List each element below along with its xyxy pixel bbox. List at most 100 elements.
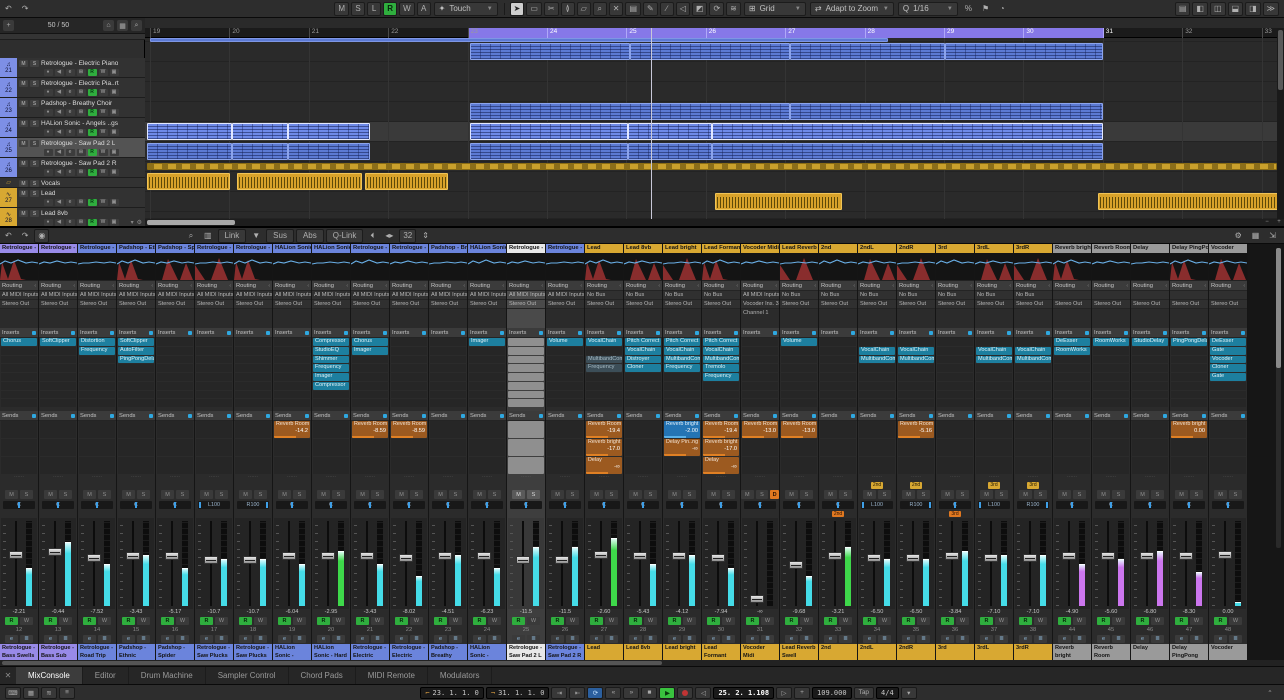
output-routing[interactable]: Stereo Out (858, 300, 896, 309)
insert-slot[interactable]: Shimmer (313, 355, 349, 364)
insert-slot[interactable]: Tremolo (703, 364, 739, 372)
sends-rack-header[interactable]: Sends (858, 411, 896, 421)
send-slot-empty[interactable] (937, 421, 973, 438)
insert-slot-empty[interactable] (703, 390, 739, 399)
edit-channel-button[interactable]: e (65, 108, 75, 116)
routing-rack-header[interactable]: Routing ‹ (468, 281, 506, 291)
track-row-vocals[interactable]: ▱ M S Vocals (0, 178, 145, 188)
channel-name-plate[interactable]: Vocoder Midi (741, 644, 779, 660)
mute-button[interactable]: M (19, 100, 28, 107)
insert-slot-empty[interactable] (469, 381, 505, 390)
insert-slot-empty[interactable] (547, 364, 583, 372)
channel-name-top[interactable]: HALion Sonic -. (273, 244, 311, 253)
insert-slot-empty[interactable] (1132, 364, 1168, 372)
solo-button[interactable]: S (30, 160, 39, 167)
track-view-icon[interactable]: ▦ (117, 20, 128, 31)
insert-slot-empty[interactable] (742, 338, 778, 346)
fader-handle[interactable] (321, 552, 335, 561)
channel-name-plate[interactable]: Retrologue - Bass Swells (0, 644, 38, 660)
eq-curve-thumbnail[interactable] (935, 253, 975, 281)
send-slot-empty[interactable] (1015, 421, 1051, 438)
status-line-icon[interactable]: ⬓ (1227, 1, 1244, 16)
pan-control[interactable]: C (276, 501, 308, 509)
pan-control[interactable]: C (666, 501, 698, 509)
routing-rack-header[interactable]: Routing ‹ (1092, 281, 1130, 291)
write-automation-button[interactable]: W (1034, 617, 1047, 625)
input-routing[interactable] (1170, 291, 1208, 300)
inserts-rack-header[interactable]: Inserts (1014, 328, 1052, 338)
zoom-out-button[interactable]: − (1262, 219, 1272, 226)
arrange-horizontal-scrollbar[interactable]: − + (145, 219, 1284, 226)
solo-button[interactable]: S (800, 490, 813, 499)
play-button[interactable]: ▶ (659, 686, 676, 699)
write-automation-button[interactable]: W (371, 617, 384, 625)
sends-rack-header[interactable]: Sends (39, 411, 77, 421)
insert-slot-empty[interactable] (937, 390, 973, 399)
send-slot-empty[interactable] (157, 439, 193, 456)
insert-slot-empty[interactable] (430, 399, 466, 407)
channel-name-top[interactable]: HALion Sonic -. (468, 244, 506, 253)
insert-slot-empty[interactable] (664, 399, 700, 407)
mixer-channel-lead-bright[interactable]: Lead bright Routing ‹ No Bus Stereo Out Inser… (662, 244, 702, 660)
edit-channel-button[interactable]: e (356, 635, 369, 643)
mixer-channel-retrologue-road-trip[interactable]: Retrologue - R.Routing‹All MIDI InputsSt… (77, 244, 117, 660)
mixer-channel-lead-reverb-swell[interactable]: Lead Reverb S.Routing‹No BusStereo OutIn… (779, 244, 819, 660)
eq-curve-thumbnail[interactable] (389, 253, 429, 281)
add-marker-button[interactable]: + (794, 686, 811, 699)
insert-slot-empty[interactable] (274, 399, 310, 407)
mute-button[interactable]: M (317, 490, 330, 499)
insert-slot-empty[interactable] (820, 346, 856, 355)
send-slot-empty[interactable] (1093, 421, 1129, 438)
solo-button[interactable]: S (30, 190, 39, 197)
output-routing[interactable]: Stereo Out (156, 300, 194, 309)
stop-button[interactable]: ■ (641, 686, 658, 699)
edit-channel-button[interactable]: e (161, 635, 174, 643)
eq-curve-thumbnail[interactable] (506, 253, 546, 281)
channel-name-top[interactable]: Retrologue - El. (351, 244, 389, 253)
solo-button[interactable]: S (683, 490, 696, 499)
solo-button[interactable]: S (917, 490, 930, 499)
read-automation-button[interactable]: R (902, 617, 915, 625)
channel-menu-icon[interactable]: ≣ (917, 635, 930, 643)
send-slot-empty[interactable] (352, 439, 388, 456)
insert-slot-empty[interactable] (235, 338, 271, 346)
midi-event-selected[interactable] (470, 123, 628, 140)
insert-slot[interactable]: MultibandCom..or (859, 355, 895, 364)
insert-slot[interactable]: Pitch Correct (625, 338, 661, 346)
fader-handle[interactable] (9, 550, 23, 559)
send-slot-empty[interactable] (469, 421, 505, 438)
channel-menu-icon[interactable]: ≣ (332, 635, 345, 643)
midi-event[interactable] (232, 143, 288, 160)
sends-rack-header[interactable]: Sends (507, 411, 545, 421)
insert-slot-empty[interactable] (820, 390, 856, 399)
send-slot[interactable]: Delay Pin..ng -∞ (664, 439, 700, 456)
send-slot-empty[interactable] (1210, 421, 1246, 438)
sends-rack-header[interactable]: Sends (1092, 411, 1130, 421)
pan-control[interactable]: C (783, 501, 815, 509)
eq-curve-thumbnail[interactable] (233, 253, 273, 281)
send-slot-empty[interactable] (430, 421, 466, 438)
routing-rack-header[interactable]: Routing ‹ (1053, 281, 1091, 291)
insert-slot-empty[interactable] (391, 390, 427, 399)
inserts-rack-header[interactable]: Inserts (1209, 328, 1247, 338)
fader-handle[interactable] (282, 552, 296, 561)
solo-button[interactable]: S (1034, 490, 1047, 499)
send-slot-empty[interactable] (1210, 457, 1246, 474)
send-slot-empty[interactable] (859, 439, 895, 456)
sends-rack-header[interactable]: Sends (156, 411, 194, 421)
insert-slot[interactable]: Cloner (1210, 364, 1246, 372)
send-slot-empty[interactable] (430, 439, 466, 456)
midi-event[interactable] (288, 143, 370, 160)
channel-menu-icon[interactable]: ≣ (1229, 635, 1242, 643)
midi-event[interactable] (790, 43, 945, 60)
zoom-tool[interactable]: ⌕ (592, 1, 607, 16)
send-slot[interactable]: Reverb bright 0.00 (1171, 421, 1207, 438)
channel-name-plate[interactable]: Lead Reverb Swell (780, 644, 818, 660)
write-automation-button[interactable]: W (956, 617, 969, 625)
solo-button[interactable]: S (878, 490, 891, 499)
edit-channel-button[interactable]: e (1019, 635, 1032, 643)
channel-menu-icon[interactable]: ≣ (644, 635, 657, 643)
mixer-channel-3rd[interactable]: 3rd Routing ‹ No Bus Stereo Out Inserts Sends ⋯… (935, 244, 975, 660)
sends-rack-header[interactable]: Sends (78, 411, 116, 421)
eq-curve-thumbnail[interactable] (194, 253, 234, 281)
